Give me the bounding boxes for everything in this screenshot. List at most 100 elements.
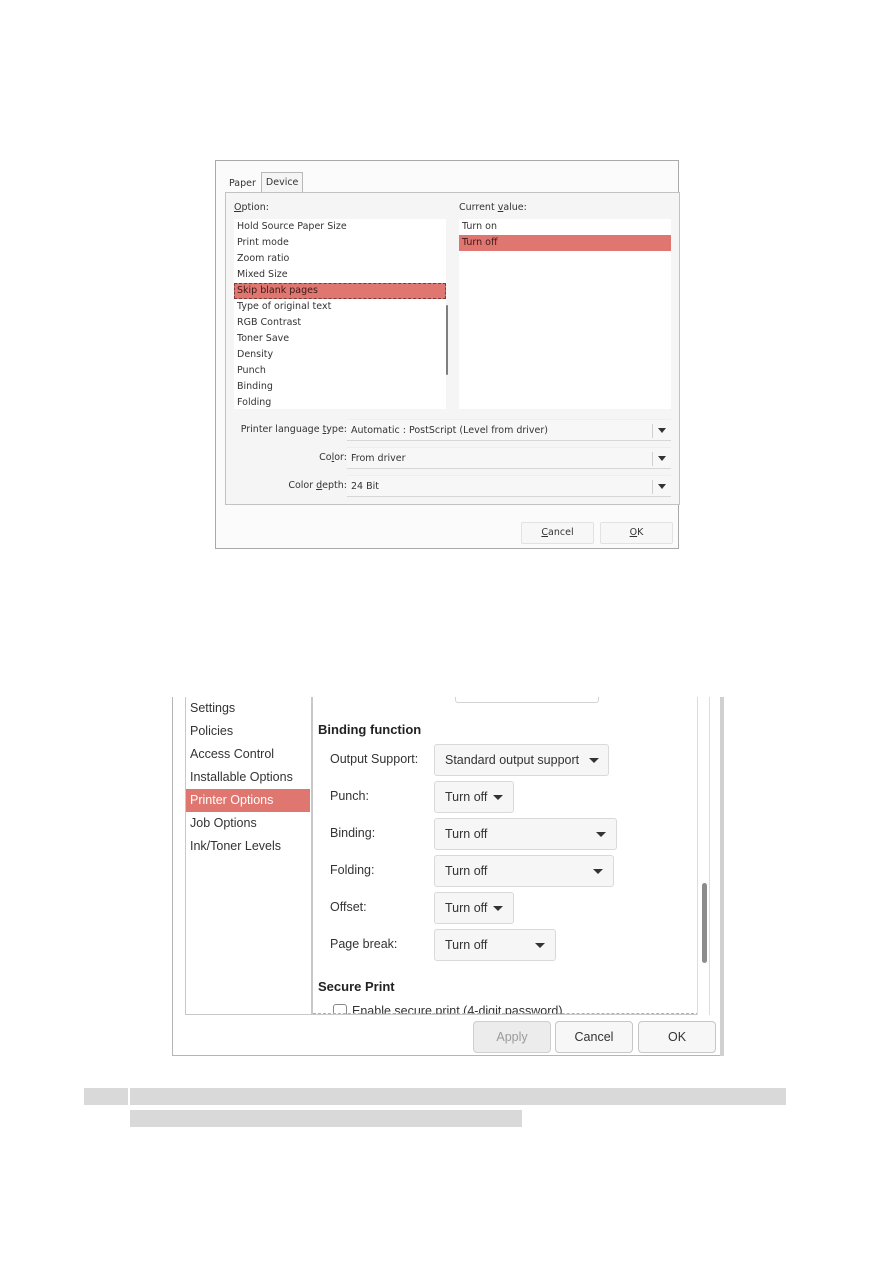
color-combo[interactable]: From driver (347, 447, 671, 469)
printer-language-label: Printer language type: (241, 424, 347, 435)
current-value-label: Current value: (459, 202, 527, 213)
option-item[interactable]: Density (234, 347, 446, 363)
offset-value: Turn off (445, 901, 488, 915)
tab-bar: Paper Device (226, 172, 304, 193)
chevron-down-icon (589, 758, 599, 763)
output-support-label: Output Support: (330, 752, 419, 766)
option-item-selected[interactable]: Skip blank pages (234, 283, 446, 299)
sidebar-item-policies[interactable]: Policies (186, 720, 310, 743)
chevron-down-icon (596, 832, 606, 837)
option-listbox[interactable]: Hold Source Paper Size Print mode Zoom r… (234, 219, 448, 411)
option-item[interactable]: Type of original text (234, 299, 446, 315)
apply-button[interactable]: Apply (473, 1021, 551, 1053)
page-break-dropdown[interactable]: Turn off (434, 929, 556, 961)
redacted-bar (84, 1088, 128, 1105)
binding-label: Binding: (330, 826, 376, 840)
current-value-label-pre: Current (459, 202, 498, 213)
option-item[interactable]: RGB Contrast (234, 315, 446, 331)
cancel-button[interactable]: Cancel (521, 522, 594, 544)
printer-language-combo[interactable]: Automatic : PostScript (Level from drive… (347, 419, 671, 441)
chevron-down-icon (593, 869, 603, 874)
combo-separator (652, 480, 653, 494)
option-item[interactable]: Zoom ratio (234, 251, 446, 267)
page-break-value: Turn off (445, 938, 488, 952)
window-edge (720, 697, 724, 1056)
option-item[interactable]: Punch (234, 363, 446, 379)
value-listbox[interactable]: Turn on Turn off (459, 219, 671, 409)
binding-dropdown[interactable]: Turn off (434, 818, 617, 850)
option-item[interactable]: Toner Save (234, 331, 446, 347)
option-item[interactable]: Mixed Size (234, 267, 446, 283)
option-item[interactable]: Hold Source Paper Size (234, 219, 446, 235)
page-break-label: Page break: (330, 937, 398, 951)
option-item[interactable]: Binding (234, 379, 446, 395)
color-label: Color: (319, 452, 347, 463)
printer-language-row: Printer language type: Automatic : PostS… (226, 419, 681, 443)
color-depth-value: 24 Bit (351, 481, 379, 492)
output-support-dropdown[interactable]: Standard output support (434, 744, 609, 776)
scrollbar-thumb[interactable] (702, 883, 707, 963)
ok-button[interactable]: OK (638, 1021, 716, 1053)
punch-label: Punch: (330, 789, 369, 803)
printer-options-panel: Binding function Output Support: Standar… (311, 697, 697, 1015)
label-pre: Printer language (240, 424, 323, 435)
option-label: Option: (234, 202, 269, 213)
binding-function-heading: Binding function (318, 722, 422, 737)
label-rest: epth: (322, 480, 347, 491)
chevron-down-icon[interactable] (658, 456, 666, 461)
option-item[interactable]: Print mode (234, 235, 446, 251)
sidebar-item-printer-options[interactable]: Printer Options (186, 789, 310, 812)
punch-dropdown[interactable]: Turn off (434, 781, 514, 813)
output-support-value: Standard output support (445, 753, 580, 767)
printer-properties-dialog: Settings Policies Access Control Install… (172, 697, 724, 1056)
chevron-down-icon[interactable] (658, 428, 666, 433)
combo-separator (652, 424, 653, 438)
chevron-down-icon (493, 795, 503, 800)
color-depth-combo[interactable]: 24 Bit (347, 475, 671, 497)
option-list-scrollbar[interactable] (446, 305, 448, 375)
value-item[interactable]: Turn on (459, 219, 671, 235)
label-rest: or: (334, 452, 347, 463)
tab-paper[interactable]: Paper (226, 174, 259, 193)
sidebar-item-ink-toner-levels[interactable]: Ink/Toner Levels (186, 835, 310, 858)
chevron-down-icon (493, 906, 503, 911)
color-depth-label: Color depth: (288, 480, 347, 491)
folding-dropdown[interactable]: Turn off (434, 855, 614, 887)
content-scrollbar[interactable] (697, 697, 710, 1015)
cancel-text: ancel (548, 527, 574, 538)
option-item[interactable]: Folding (234, 395, 446, 411)
tab-device[interactable]: Device (260, 172, 304, 193)
color-value: From driver (351, 453, 406, 464)
binding-value: Turn off (445, 827, 488, 841)
value-item-selected[interactable]: Turn off (459, 235, 671, 251)
partial-dropdown-above[interactable] (455, 697, 599, 703)
chevron-down-icon (535, 943, 545, 948)
sidebar-item-access-control[interactable]: Access Control (186, 743, 310, 766)
offset-dropdown[interactable]: Turn off (434, 892, 514, 924)
device-tab-panel: Option: Current value: Hold Source Paper… (225, 192, 680, 505)
punch-value: Turn off (445, 790, 488, 804)
combo-separator (652, 452, 653, 466)
redacted-bar (130, 1088, 786, 1105)
label-rest: ype: (326, 424, 347, 435)
offset-label: Offset: (330, 900, 367, 914)
cancel-button[interactable]: Cancel (555, 1021, 633, 1053)
chevron-down-icon[interactable] (658, 484, 666, 489)
ok-mnemonic: O (629, 527, 638, 538)
option-label-text: ption: (241, 202, 269, 213)
printer-language-value: Automatic : PostScript (Level from drive… (351, 425, 548, 436)
secure-print-heading: Secure Print (318, 979, 395, 994)
label-pre: Co (319, 452, 332, 463)
sidebar-item-installable-options[interactable]: Installable Options (186, 766, 310, 789)
folding-label: Folding: (330, 863, 375, 877)
focus-divider (313, 1013, 697, 1014)
printer-device-dialog: Paper Device Option: Current value: Hold… (215, 160, 680, 549)
color-row: Color: From driver (226, 447, 681, 471)
color-depth-row: Color depth: 24 Bit (226, 475, 681, 499)
folding-value: Turn off (445, 864, 488, 878)
ok-button[interactable]: OK (600, 522, 673, 544)
redacted-bar (130, 1110, 522, 1127)
sidebar-item-job-options[interactable]: Job Options (186, 812, 310, 835)
sidebar-item-settings[interactable]: Settings (186, 697, 310, 720)
sidebar: Settings Policies Access Control Install… (185, 697, 311, 1015)
